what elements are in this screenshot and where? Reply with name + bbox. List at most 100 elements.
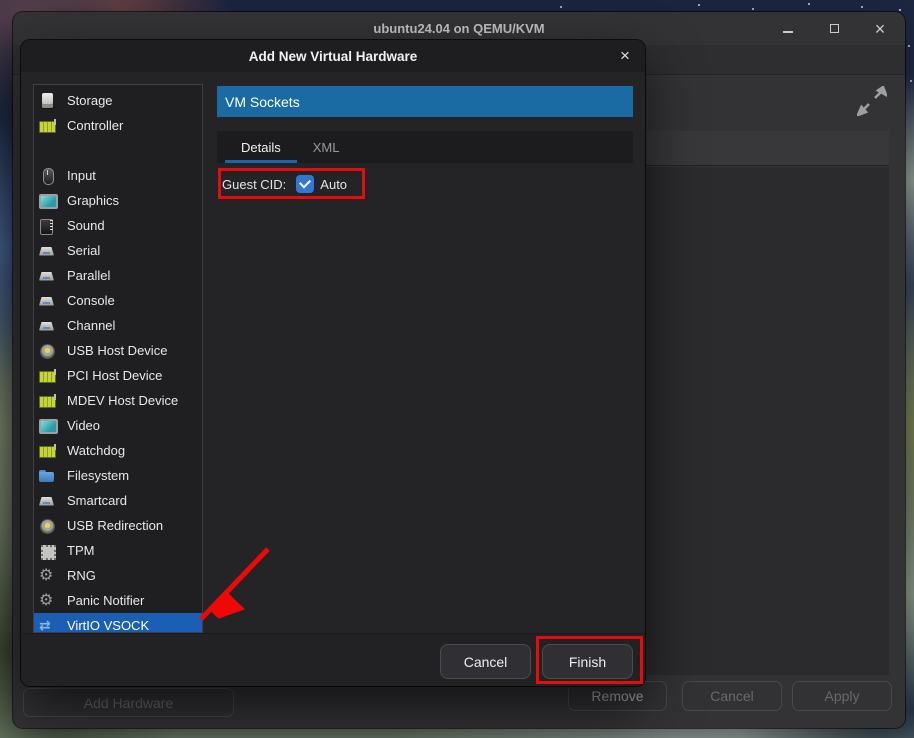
desktop-background: ubuntu24.04 on QEMU/KVM Add Hardware Rem…	[0, 0, 914, 738]
sidebar-item-parallel[interactable]: Parallel	[34, 263, 202, 288]
sidebar-item-label: RNG	[67, 568, 96, 583]
minimize-icon[interactable]	[777, 18, 799, 40]
panic-notifier-icon	[39, 593, 55, 609]
sidebar-item-label: Input	[67, 168, 96, 183]
tab-xml[interactable]: XML	[297, 131, 356, 163]
channel-icon	[39, 318, 55, 334]
sidebar-item-smartcard[interactable]: Smartcard	[34, 488, 202, 513]
auto-checkbox[interactable]	[296, 175, 314, 193]
sidebar-item-label: Smartcard	[67, 493, 127, 508]
storage-icon	[39, 93, 55, 109]
guest-cid-label: Guest CID:	[222, 177, 286, 192]
close-icon[interactable]	[869, 18, 891, 40]
sidebar-item-watchdog[interactable]: Watchdog	[34, 438, 202, 463]
sidebar-item-tpm[interactable]: TPM	[34, 538, 202, 563]
pci-host-device-icon	[39, 368, 55, 384]
apply-button[interactable]: Apply	[792, 681, 892, 711]
sidebar-item-label: Serial	[67, 243, 100, 258]
star-dot	[698, 4, 700, 6]
maximize-icon[interactable]	[823, 18, 845, 40]
virtio-vsock-icon	[39, 618, 55, 634]
sidebar-item-label: MDEV Host Device	[67, 393, 178, 408]
finish-button[interactable]: Finish	[542, 644, 633, 679]
sidebar-item-channel[interactable]: Channel	[34, 313, 202, 338]
guest-cid-row: Guest CID: Auto	[222, 171, 633, 197]
sidebar-item-label: Controller	[67, 118, 123, 133]
fullscreen-expand-icon[interactable]	[857, 86, 887, 116]
sidebar-item-label: Parallel	[67, 268, 110, 283]
sidebar-item-label: USB Host Device	[67, 343, 167, 358]
sidebar-item-label: Sound	[67, 218, 105, 233]
watchdog-icon	[39, 443, 55, 459]
hardware-type-list: Storage Controller Input Graphics Sound Seria…	[33, 84, 203, 633]
sidebar-item-label: Panic Notifier	[67, 593, 144, 608]
sidebar-item-label: Graphics	[67, 193, 119, 208]
mdev-host-device-icon	[39, 393, 55, 409]
panel-tabbar: Details XML	[217, 131, 633, 163]
star-dot	[910, 80, 912, 82]
dialog-close-icon[interactable]	[613, 44, 637, 68]
sidebar-item-usb-redirection[interactable]: USB Redirection	[34, 513, 202, 538]
sidebar-item-input[interactable]: Input	[34, 163, 202, 188]
star-dot	[560, 6, 562, 8]
usb-redirection-icon	[39, 518, 55, 534]
star-dot	[752, 8, 754, 10]
sidebar-item-label: Console	[67, 293, 115, 308]
sidebar-item-video[interactable]: Video	[34, 413, 202, 438]
vm-sockets-panel: VM Sockets Details XML Guest CID: Auto	[217, 86, 633, 633]
add-hardware-button[interactable]: Add Hardware	[23, 688, 234, 717]
sound-icon	[39, 218, 55, 234]
sidebar-item-label: TPM	[67, 543, 94, 558]
sidebar-item-serial[interactable]: Serial	[34, 238, 202, 263]
sidebar-item-label: USB Redirection	[67, 518, 163, 533]
cancel-button-dialog[interactable]: Cancel	[440, 644, 531, 679]
panel-header: VM Sockets	[217, 86, 633, 117]
sidebar-item-storage[interactable]: Storage	[34, 88, 202, 113]
usb-host-device-icon	[39, 343, 55, 359]
sidebar-item-label: Storage	[67, 93, 113, 108]
star-dot	[899, 9, 901, 11]
auto-checkbox-label: Auto	[320, 177, 347, 192]
sidebar-item-label: VirtIO VSOCK	[67, 618, 149, 633]
smartcard-icon	[39, 493, 55, 509]
sidebar-item-virtio-vsock[interactable]: VirtIO VSOCK	[34, 613, 202, 633]
sidebar-item-rng[interactable]: RNG	[34, 563, 202, 588]
parallel-icon	[39, 268, 55, 284]
tab-details[interactable]: Details	[225, 131, 297, 163]
spacer-icon	[39, 143, 55, 159]
sidebar-item-console[interactable]: Console	[34, 288, 202, 313]
window-controls	[777, 12, 891, 45]
graphics-icon	[39, 193, 55, 209]
sidebar-item-sound[interactable]: Sound	[34, 213, 202, 238]
sidebar-item-mdev-host-device[interactable]: MDEV Host Device	[34, 388, 202, 413]
input-icon	[39, 168, 55, 184]
dialog-titlebar[interactable]: Add New Virtual Hardware	[21, 40, 645, 72]
controller-icon	[39, 118, 55, 134]
serial-icon	[39, 243, 55, 259]
details-tab-content: Guest CID: Auto	[217, 163, 633, 197]
star-dot	[808, 3, 810, 5]
sidebar-item-panic-notifier[interactable]: Panic Notifier	[34, 588, 202, 613]
star-dot	[908, 45, 910, 47]
add-hardware-dialog: Add New Virtual Hardware Storage Controll…	[21, 40, 645, 686]
star-dot	[861, 6, 863, 8]
rng-icon	[39, 568, 55, 584]
window-title: ubuntu24.04 on QEMU/KVM	[13, 21, 905, 36]
dialog-title: Add New Virtual Hardware	[21, 49, 645, 64]
sidebar-item-label: Filesystem	[67, 468, 129, 483]
sidebar-item-label: Video	[67, 418, 100, 433]
sidebar-item-filesystem[interactable]: Filesystem	[34, 463, 202, 488]
sidebar-item-controller[interactable]: Controller	[34, 113, 202, 138]
console-icon	[39, 293, 55, 309]
video-icon	[39, 418, 55, 434]
sidebar-item-graphics[interactable]: Graphics	[34, 188, 202, 213]
dialog-action-bar: Cancel Finish	[21, 633, 645, 686]
sidebar-spacer	[34, 138, 202, 163]
filesystem-icon	[39, 468, 55, 484]
sidebar-item-pci-host-device[interactable]: PCI Host Device	[34, 363, 202, 388]
sidebar-item-label: Watchdog	[67, 443, 125, 458]
sidebar-item-usb-host-device[interactable]: USB Host Device	[34, 338, 202, 363]
tpm-icon	[39, 543, 55, 559]
cancel-button-main[interactable]: Cancel	[682, 681, 782, 711]
sidebar-item-label: Channel	[67, 318, 115, 333]
